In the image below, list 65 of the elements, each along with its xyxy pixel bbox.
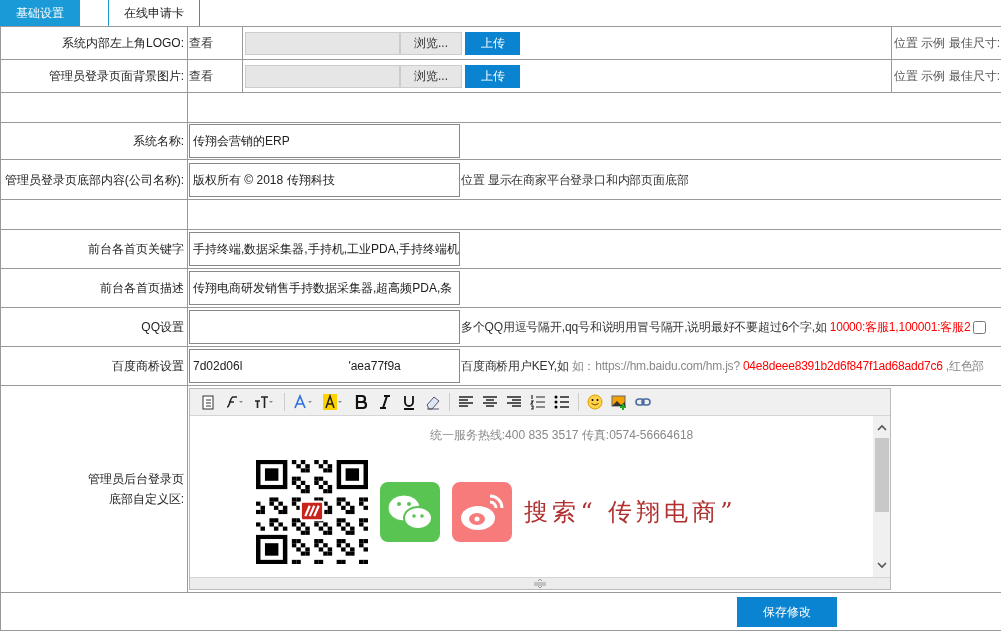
image-icon[interactable] <box>611 394 627 410</box>
hint-text: 百度商桥用户KEY,如 <box>461 358 569 375</box>
chat-bubbles-icon <box>380 482 441 542</box>
bulleted-list-icon[interactable] <box>554 394 570 410</box>
hint-text: 位置 显示在商家平台登录口和内部页面底部 <box>461 171 689 189</box>
align-right-icon[interactable] <box>506 394 522 410</box>
hint-text: 如：https://hm.baidu.com/hm.js? <box>571 358 740 375</box>
text-field[interactable]: 手持终端,数据采集器,手持机,工业PDA,手持终端机 <box>189 232 460 266</box>
hint-text: 多个QQ用逗号隔开,qq号和说明用冒号隔开,说明最好不要超过6个字,如 <box>461 319 827 336</box>
text-field[interactable] <box>189 310 460 344</box>
field-value: 版权所有 © 2018 传翔科技 <box>193 171 335 189</box>
browse-button[interactable]: 浏览... <box>400 31 462 55</box>
scrollbar[interactable] <box>873 416 890 577</box>
field-value: 传翔电商研发销售手持数据采集器,超高频PDA,条 <box>193 280 453 297</box>
field-label: 管理员登录页底部内容(公司名称): <box>4 171 184 189</box>
numbered-list-icon[interactable] <box>530 394 546 410</box>
text-field[interactable]: 传翔会营销的ERP <box>189 124 460 158</box>
file-field[interactable] <box>245 31 400 55</box>
field-label: 系统内部左上角LOGO: <box>62 35 184 52</box>
align-center-icon[interactable] <box>482 394 498 410</box>
slogan-text: 搜索“ 传翔电商” <box>524 497 737 528</box>
field-label: 管理员后台登录页底部自定义区: <box>87 471 184 508</box>
italic-icon[interactable] <box>377 394 393 410</box>
file-field[interactable] <box>245 64 400 88</box>
field-label: 系统名称: <box>132 133 184 150</box>
field-value: 手持终端,数据采集器,手持机,工业PDA,手持终端机 <box>193 241 459 258</box>
resize-handle-icon[interactable] <box>533 579 547 588</box>
text-color-icon[interactable] <box>293 394 315 410</box>
size-note: 位置 示例 最佳尺寸: <box>894 68 1000 85</box>
text-field[interactable]: 7d02d06l 'aea77f9a <box>189 349 460 383</box>
upload-button[interactable]: 上传 <box>465 64 520 88</box>
text-field[interactable]: 传翔电商研发销售手持数据采集器,超高频PDA,条 <box>189 271 460 305</box>
clipboard-icon[interactable] <box>200 394 216 410</box>
field-value: 传翔会营销的ERP <box>193 133 290 150</box>
bold-icon[interactable] <box>353 394 369 410</box>
field-label: 百度商桥设置 <box>112 358 184 375</box>
checkbox[interactable] <box>973 320 987 334</box>
field-value: 7d02d06l <box>193 358 243 375</box>
font-family-icon[interactable] <box>224 394 246 410</box>
field-value: 'aea77f9a <box>348 358 401 375</box>
scroll-down-icon[interactable] <box>875 559 888 571</box>
align-left-icon[interactable] <box>458 394 474 410</box>
smiley-icon[interactable] <box>587 394 603 410</box>
view-link[interactable]: 查看 <box>189 34 213 52</box>
text-field[interactable]: 版权所有 © 2018 传翔科技 <box>189 162 460 197</box>
hint-text: 10000:客服1,100001:客服2 <box>829 319 971 336</box>
upload-button[interactable]: 上传 <box>465 31 520 55</box>
eraser-icon[interactable] <box>425 394 441 410</box>
hotline-text: 统一服务热线:400 835 3517 传真:0574-56664618 <box>429 427 694 444</box>
tab[interactable]: 在线申请卡 <box>108 0 200 26</box>
eye-logo-icon <box>452 482 513 542</box>
field-label: QQ设置 <box>141 319 184 336</box>
hint-text: ,红色部 <box>945 358 985 375</box>
field-label: 前台各首页描述 <box>100 280 184 297</box>
highlight-color-icon[interactable] <box>323 394 345 410</box>
field-label: 前台各首页关键字 <box>88 241 184 258</box>
save-button[interactable]: 保存修改 <box>737 596 837 627</box>
browse-button[interactable]: 浏览... <box>400 64 462 88</box>
size-note: 位置 示例 最佳尺寸: <box>894 35 1000 52</box>
underline-icon[interactable] <box>401 394 417 410</box>
rich-text-editor[interactable]: 统一服务热线:400 835 3517 传真:0574-56664618 搜索“ 传翔电商” <box>189 388 891 590</box>
font-size-icon[interactable] <box>254 394 276 410</box>
view-link[interactable]: 查看 <box>189 67 213 85</box>
hint-text: 04e8deee8391b2d6f847f1ad68add7c6 <box>742 358 943 375</box>
field-label: 管理员登录页面背景图片: <box>48 68 184 85</box>
